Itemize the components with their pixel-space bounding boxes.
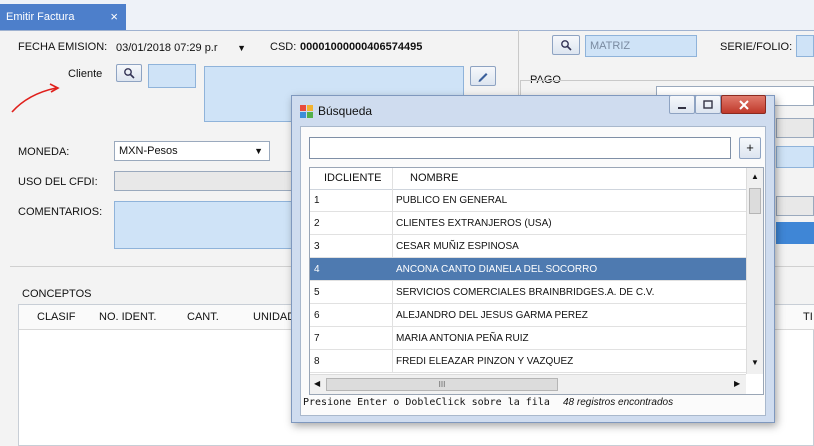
scroll-up-icon[interactable]: ▲ [751, 172, 759, 181]
table-row[interactable]: 2 CLIENTES EXTRANJEROS (USA) [310, 212, 756, 235]
pencil-icon [478, 73, 488, 82]
col-no-ident[interactable]: NO. IDENT. [99, 306, 156, 328]
vertical-scroll-thumb[interactable] [749, 188, 761, 214]
tab-emitir-factura[interactable]: Emitir Factura × [0, 4, 126, 30]
maximize-icon [703, 100, 713, 109]
tab-label: Emitir Factura [6, 11, 75, 23]
close-button[interactable] [721, 95, 766, 114]
csd-label: CSD: [270, 41, 297, 53]
col-unidad[interactable]: UNIDAD [253, 306, 295, 328]
moneda-select[interactable]: MXN-Pesos ▼ [114, 141, 270, 161]
row-id: 1 [314, 195, 320, 206]
pago-action-button[interactable] [776, 222, 814, 244]
moneda-value: MXN-Pesos [119, 145, 178, 157]
busqueda-dialog: Búsqueda + IDCLIENTE NOMBRE 1 PUBLICO EN … [291, 95, 775, 423]
col-nombre[interactable]: NOMBRE [410, 168, 458, 189]
dropdown-arrow-icon: ▼ [254, 146, 263, 156]
edit-cliente-button[interactable] [470, 66, 496, 86]
horizontal-scroll-thumb[interactable]: III [326, 378, 558, 391]
pago-field-3[interactable] [776, 146, 814, 168]
csd-value: 00001000000406574495 [300, 41, 423, 53]
table-row[interactable]: 8 FREDI ELEAZAR PINZON Y VAZQUEZ [310, 350, 756, 373]
table-row[interactable]: 6 ALEJANDRO DEL JESUS GARMA PEREZ [310, 304, 756, 327]
serie-folio-field[interactable] [796, 35, 814, 57]
row-id: 6 [314, 310, 320, 321]
dropdown-arrow-icon: ▼ [237, 43, 246, 53]
table-row-selected[interactable]: 4 ANCONA CANTO DIANELA DEL SOCORRO [310, 258, 756, 281]
tab-bar: Emitir Factura × [0, 0, 814, 31]
col-cant[interactable]: CANT. [187, 306, 219, 328]
comentarios-label: COMENTARIOS: [18, 206, 103, 218]
clientes-grid[interactable]: IDCLIENTE NOMBRE 1 PUBLICO EN GENERAL 2 CL… [309, 167, 764, 395]
row-id: 4 [314, 264, 320, 275]
search-icon [124, 68, 135, 79]
serie-folio-label: SERIE/FOLIO: [720, 41, 793, 53]
comentarios-field[interactable] [114, 201, 294, 249]
row-name: PUBLICO EN GENERAL [396, 195, 508, 206]
horizontal-scrollbar[interactable]: ◀ III ▶ [310, 374, 746, 394]
tab-close-icon[interactable]: × [110, 4, 118, 30]
scroll-down-icon[interactable]: ▼ [751, 358, 759, 367]
row-id: 7 [314, 333, 320, 344]
table-row[interactable]: 1 PUBLICO EN GENERAL [310, 189, 756, 212]
table-row[interactable]: 5 SERVICIOS COMERCIALES BRAINBRIDGES.A. D… [310, 281, 756, 304]
moneda-label: MONEDA: [18, 146, 70, 158]
scroll-left-icon[interactable]: ◀ [314, 379, 320, 388]
row-name: CLIENTES EXTRANJEROS (USA) [396, 218, 552, 229]
minimize-icon [678, 107, 686, 109]
vertical-scrollbar[interactable]: ▲ ▼ [746, 168, 763, 374]
search-icon [561, 40, 572, 51]
fecha-emision-value: 03/01/2018 07:29 p.r [116, 42, 218, 54]
footer-count: 48 registros encontrados [563, 397, 674, 408]
row-id: 8 [314, 356, 320, 367]
table-row[interactable]: 7 MARIA ANTONIA PEÑA RUIZ [310, 327, 756, 350]
row-id: 3 [314, 241, 320, 252]
row-name: FREDI ELEAZAR PINZON Y VAZQUEZ [396, 356, 574, 367]
col-right-partial[interactable]: TI [803, 306, 813, 328]
conceptos-label: CONCEPTOS [22, 288, 92, 300]
row-name: ALEJANDRO DEL JESUS GARMA PEREZ [396, 310, 588, 321]
matriz-value: MATRIZ [590, 40, 631, 52]
uso-cfdi-label: USO DEL CFDI: [18, 176, 98, 188]
cliente-search-button[interactable] [116, 64, 142, 82]
add-cliente-button[interactable]: + [739, 137, 761, 159]
close-icon [738, 100, 749, 110]
fecha-emision-picker[interactable]: 03/01/2018 07:29 p.r ▼ [112, 39, 252, 59]
fecha-emision-label: FECHA EMISION: [18, 41, 108, 53]
row-id: 5 [314, 287, 320, 298]
pago-field-2[interactable] [776, 118, 814, 138]
matriz-search-button[interactable] [552, 35, 580, 55]
cliente-label: Cliente [68, 68, 103, 80]
matriz-field[interactable]: MATRIZ [585, 35, 697, 57]
cliente-id-field[interactable] [148, 64, 196, 88]
row-name: ANCONA CANTO DIANELA DEL SOCORRO [396, 264, 598, 275]
row-name: SERVICIOS COMERCIALES BRAINBRIDGES.A. DE… [396, 287, 655, 298]
footer-hint: Presione Enter o DobleClick sobre la fil… [303, 397, 550, 408]
maximize-button[interactable] [695, 95, 721, 114]
scroll-right-icon[interactable]: ▶ [734, 379, 740, 388]
dialog-body: + IDCLIENTE NOMBRE 1 PUBLICO EN GENERAL 2… [300, 126, 766, 416]
pago-field-4[interactable] [776, 196, 814, 216]
busqueda-search-input[interactable] [309, 137, 731, 159]
minimize-button[interactable] [669, 95, 695, 114]
row-name: MARIA ANTONIA PEÑA RUIZ [396, 333, 529, 344]
annotation-arrow [11, 83, 60, 113]
row-name: CESAR MUÑIZ ESPINOSA [396, 241, 519, 252]
table-row[interactable]: 3 CESAR MUÑIZ ESPINOSA [310, 235, 756, 258]
col-clasif[interactable]: CLASIF [37, 306, 76, 328]
col-idcliente[interactable]: IDCLIENTE [324, 168, 381, 189]
uso-cfdi-select[interactable] [114, 171, 294, 191]
row-id: 2 [314, 218, 320, 229]
